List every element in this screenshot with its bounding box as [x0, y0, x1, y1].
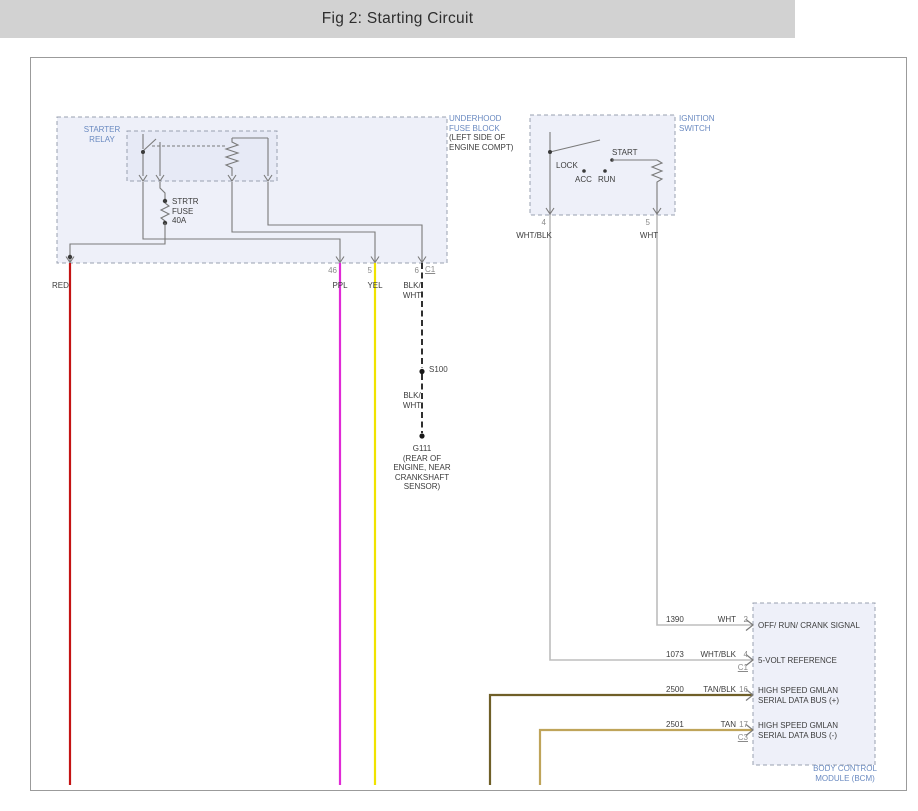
ignition-switch-box — [530, 115, 675, 215]
red-wire-label: RED — [52, 281, 69, 291]
ignition-lock-label: LOCK — [556, 161, 578, 171]
bcm-pin-label: 16 — [726, 685, 748, 695]
acc-contact-dot — [582, 169, 586, 173]
pin-46-label: 46 — [314, 266, 337, 276]
fuse-block-name: UNDERHOOD FUSE BLOCK — [449, 114, 501, 133]
ignition-run-label: RUN — [598, 175, 615, 185]
junction-dot — [68, 255, 72, 259]
pin-6-label: 6 — [396, 266, 419, 276]
fuse-block-location: (LEFT SIDE OF ENGINE COMPT) — [449, 133, 513, 152]
bcm-signal-desc: HIGH SPEED GMLAN SERIAL DATA BUS (-) — [758, 721, 838, 740]
yel-wire-label: YEL — [361, 281, 389, 291]
lock-contact-dot — [548, 150, 552, 154]
run-contact-dot — [603, 169, 607, 173]
relay-contact-dot — [141, 150, 145, 154]
ignition-pin-5-label: 5 — [628, 218, 650, 228]
pin-5-label: 5 — [349, 266, 372, 276]
splice-dot — [419, 369, 424, 374]
ppl-wire-label: PPL — [326, 281, 354, 291]
wiring-diagram-page: Fig 2: Starting Circuit — [0, 0, 918, 811]
bcm-pin-label: 4 — [726, 650, 748, 660]
wht-wire-label: WHT — [619, 231, 679, 241]
ground-terminal-dot — [419, 433, 424, 438]
blk-wht-wire-label-2: BLK/ WHT — [398, 391, 426, 410]
fuse-block-connector-label: C1 — [425, 265, 435, 275]
bcm-pin-label: 17 — [726, 720, 748, 730]
ignition-acc-label: ACC — [575, 175, 592, 185]
bcm-signal-desc: HIGH SPEED GMLAN SERIAL DATA BUS (+) — [758, 686, 839, 705]
strtr-fuse-label: STRTR FUSE 40A — [172, 197, 199, 226]
blk-wht-wire-label: BLK/ WHT — [398, 281, 426, 300]
bcm-name: BODY CONTROL MODULE (BCM) — [790, 764, 900, 783]
bcm-connector-label: C3 — [726, 733, 748, 743]
ignition-pin-4-label: 4 — [524, 218, 546, 228]
splice-label: S100 — [429, 365, 448, 375]
ignition-switch-name: IGNITION SWITCH — [679, 114, 715, 133]
bcm-pin-label: 2 — [726, 615, 748, 625]
wht-blk-wire-label: WHT/BLK — [504, 231, 564, 241]
bcm-connector-label: C1 — [726, 663, 748, 673]
ground-label: G111 (REAR OF ENGINE, NEAR CRANKSHAFT SE… — [377, 444, 467, 492]
starter-relay-label: STARTER RELAY — [80, 125, 124, 144]
ignition-start-label: START — [612, 148, 637, 158]
bcm-signal-desc: 5-VOLT REFERENCE — [758, 656, 837, 666]
bcm-signal-desc: OFF/ RUN/ CRANK SIGNAL — [758, 621, 860, 631]
